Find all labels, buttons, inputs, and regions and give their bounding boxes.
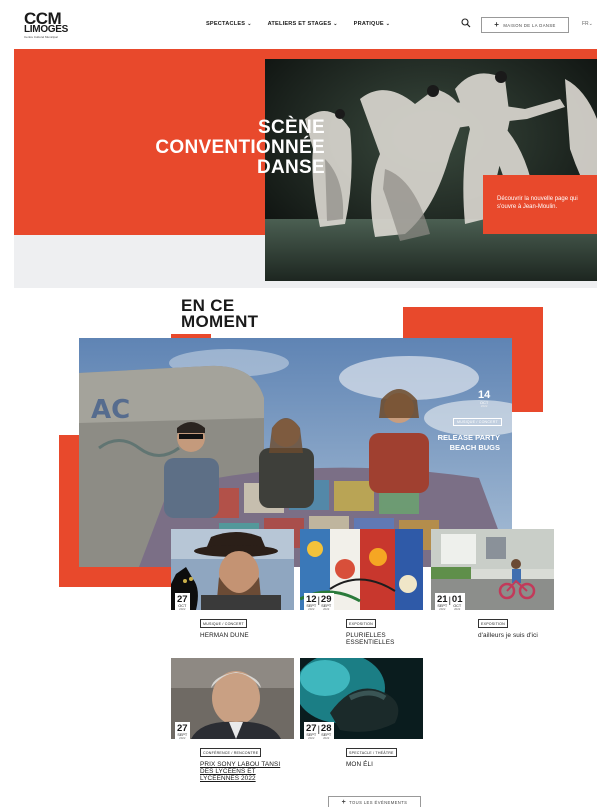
date-start: 12 SEPT 2022	[306, 595, 317, 611]
date-separator: |	[317, 724, 320, 734]
event-date-range: 12 SEPT 2022 | 29 SEPT 2022	[304, 593, 334, 613]
maison-de-la-danse-button[interactable]: + MAISON DE LA DANSE	[481, 17, 569, 33]
logo-tagline: Centre Culturel Municipal	[24, 35, 58, 39]
all-events-label: TOUS LES ÉVÉNEMENTS	[349, 799, 408, 805]
event-card-herman-dune[interactable]: 27 OCT 2022 MUSIQUE / CONCERT HERMAN DUN…	[171, 529, 294, 644]
chevron-down-icon: ⌄	[247, 21, 252, 27]
event-category[interactable]: EXPOSITION	[478, 619, 508, 628]
svg-text:AC: AC	[91, 395, 130, 425]
event-title-line: PLURIELLES	[346, 632, 386, 639]
main-nav: SPECTACLES ⌄ ATELIERS ET STAGES ⌄ PRATIQUE…	[206, 21, 390, 27]
date-separator: |	[448, 595, 451, 605]
date-year: 2022	[179, 736, 186, 741]
chevron-down-icon: ⌄	[588, 21, 593, 27]
event-card-prix-sony-labou-tansi[interactable]: 27 SEPT 2022 CONFÉRENCE / RENCONTRE PRIX…	[171, 658, 294, 793]
featured-title-line: RELEASE PARTY	[437, 433, 500, 442]
hero-title: SCÈNE CONVENTIONNÉE DANSE	[110, 118, 325, 178]
nav-item-pratique[interactable]: PRATIQUE ⌄	[354, 21, 390, 27]
hero-link-card[interactable]: Découvrir la nouvelle page qui s'ouvre à…	[483, 175, 597, 234]
date-year: 2022	[439, 607, 446, 612]
event-title[interactable]: d'ailleurs je suis d'ici	[478, 632, 538, 639]
nav-label: PRATIQUE	[353, 21, 384, 27]
event-card-dailleurs-je-suis-dici[interactable]: 21 SEPT 2022 | 01 OCT 2022 EXPOSITION d'…	[431, 529, 554, 644]
date-start: 21 SEPT 2022	[437, 595, 448, 611]
section-title: EN CE MOMENT	[181, 297, 259, 331]
event-date: 27 OCT 2022	[175, 593, 190, 613]
event-date: 27 SEPT 2022	[175, 722, 190, 742]
event-title-line: ESSENTIELLES	[346, 639, 395, 647]
hero-title-line: CONVENTIONNÉE	[155, 137, 325, 158]
hero-title-line: DANSE	[256, 157, 325, 178]
event-category[interactable]: MUSIQUE / CONCERT	[200, 619, 247, 628]
date-end: 01 OCT 2022	[452, 595, 463, 611]
plus-icon: +	[494, 20, 500, 29]
chevron-down-icon: ⌄	[385, 21, 391, 27]
hero-card-text: Découvrir la nouvelle page qui s'ouvre à…	[497, 196, 578, 210]
date-year: 2022	[179, 607, 186, 612]
date-year: 2022	[480, 404, 488, 408]
event-category[interactable]: SPECTACLE / THÉÂTRE	[346, 748, 397, 757]
event-title[interactable]: MON ÉLI	[346, 761, 373, 768]
event-title-line: LYCÉENNES 2022	[200, 775, 256, 783]
section-title-line: MOMENT	[181, 312, 259, 331]
date-year: 2022	[308, 736, 315, 741]
featured-event-date: 14 OCT 2022	[478, 390, 490, 408]
site-header: CCM LIMOGES Centre Culturel Municipal SP…	[0, 0, 597, 50]
nav-item-ateliers[interactable]: ATELIERS ET STAGES ⌄	[268, 21, 338, 27]
event-category[interactable]: EXPOSITION	[346, 619, 376, 628]
date-year: 2022	[323, 736, 330, 741]
date-end: 28 SEPT 2022	[321, 724, 332, 740]
chevron-down-icon: ⌄	[333, 21, 338, 27]
date-year: 2022	[454, 607, 461, 612]
site-logo[interactable]: CCM LIMOGES Centre Culturel Municipal	[24, 10, 69, 39]
date-end: 29 SEPT 2022	[321, 595, 332, 611]
event-date-range: 21 SEPT 2022 | 01 OCT 2022	[435, 593, 465, 613]
search-icon[interactable]	[461, 18, 471, 28]
date-year: 2022	[308, 607, 315, 612]
featured-event-title[interactable]: RELEASE PARTY BEACH BUGS	[396, 433, 500, 453]
featured-title-line: BEACH BUGS	[449, 443, 500, 452]
hero-title-line: SCÈNE	[258, 117, 325, 138]
nav-label: SPECTACLES	[206, 21, 246, 27]
event-date-range: 27 SEPT 2022 | 28 SEPT 2022	[304, 722, 334, 742]
featured-event-category[interactable]: MUSIQUE / CONCERT	[453, 418, 502, 426]
maison-button-label: MAISON DE LA DANSE	[503, 22, 556, 28]
logo-sub-text: LIMOGES	[24, 24, 69, 35]
plus-icon: +	[341, 798, 347, 806]
language-label: FR	[582, 21, 589, 27]
event-title[interactable]: PRIX SONY LABOU TANSI DES LYCÉENS ET LYC…	[200, 761, 280, 783]
event-title[interactable]: PLURIELLES ESSENTIELLES	[346, 632, 394, 646]
nav-label: ATELIERS ET STAGES	[267, 21, 332, 27]
date-start: 27 SEPT 2022	[306, 724, 317, 740]
event-card-plurielles-essentielles[interactable]: 12 SEPT 2022 | 29 SEPT 2022 EXPOSITION P…	[300, 529, 423, 654]
event-category[interactable]: CONFÉRENCE / RENCONTRE	[200, 748, 262, 757]
nav-item-spectacles[interactable]: SPECTACLES ⌄	[206, 21, 252, 27]
event-title[interactable]: HERMAN DUNE	[200, 632, 249, 639]
all-events-button[interactable]: + TOUS LES ÉVÉNEMENTS	[328, 796, 421, 807]
date-year: 2022	[323, 607, 330, 612]
event-card-mon-eli[interactable]: 27 SEPT 2022 | 28 SEPT 2022 SPECTACLE / …	[300, 658, 423, 773]
date-separator: |	[317, 595, 320, 605]
language-selector[interactable]: FR⌄	[582, 21, 593, 27]
